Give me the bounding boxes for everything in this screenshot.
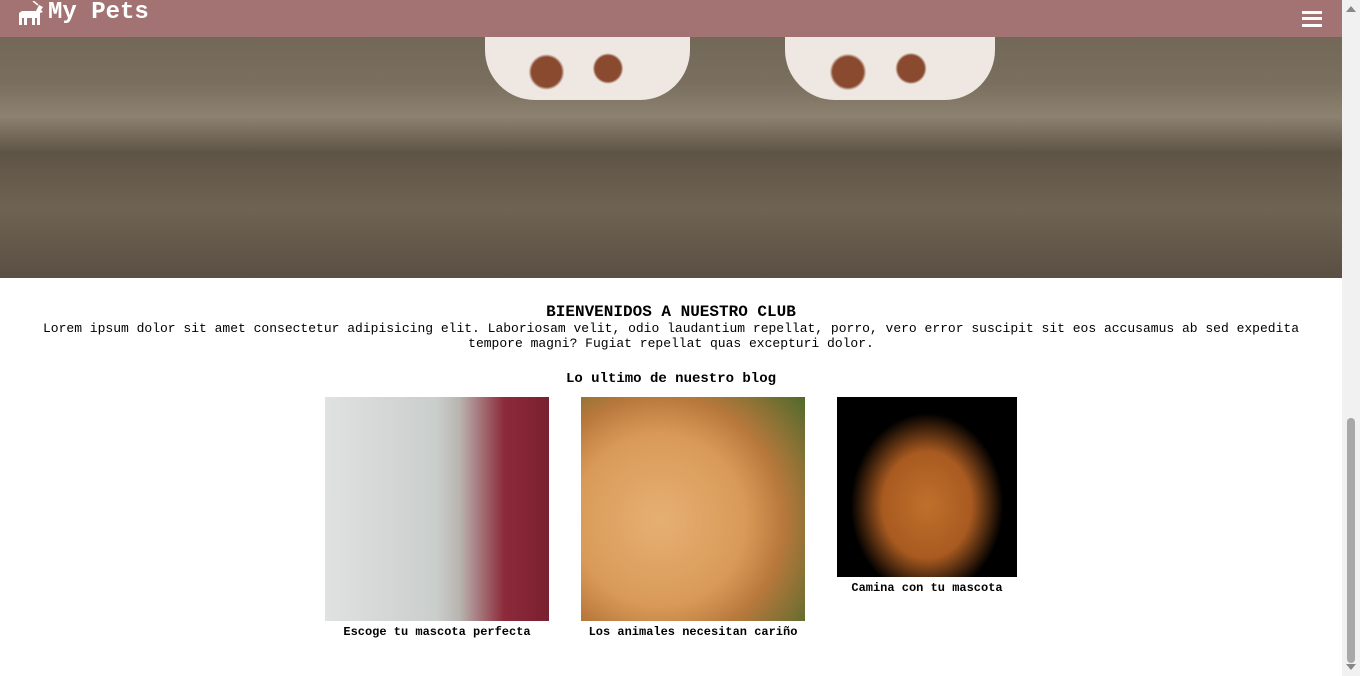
hero-image [0,0,1342,278]
blog-post[interactable]: Los animales necesitan cariño [581,397,805,639]
blog-post[interactable]: Camina con tu mascota [837,397,1017,595]
blog-post-image[interactable] [325,397,549,621]
welcome-title: BIENVENIDOS A NUESTRO CLUB [546,303,796,321]
blog-post-image[interactable] [837,397,1017,577]
blog-post-caption[interactable]: Camina con tu mascota [851,581,1002,595]
hamburger-menu-icon[interactable] [1302,10,1322,27]
blog-post-caption[interactable]: Los animales necesitan cariño [589,625,798,639]
brand-link[interactable]: My Pets [18,0,149,26]
blog-post[interactable]: Escoge tu mascota perfecta [325,397,549,639]
scrollbar-thumb[interactable] [1347,418,1355,663]
dog-walking-icon [19,0,43,25]
scrollbar[interactable] [1342,0,1360,676]
blog-post-image[interactable] [581,397,805,621]
brand-name: My Pets [48,0,149,26]
welcome-text: Lorem ipsum dolor sit amet consectetur a… [42,321,1299,351]
blog-post-caption[interactable]: Escoge tu mascota perfecta [343,625,530,639]
navbar: My Pets [0,0,1342,37]
blog-title: Lo ultimo de nuestro blog [565,371,777,387]
